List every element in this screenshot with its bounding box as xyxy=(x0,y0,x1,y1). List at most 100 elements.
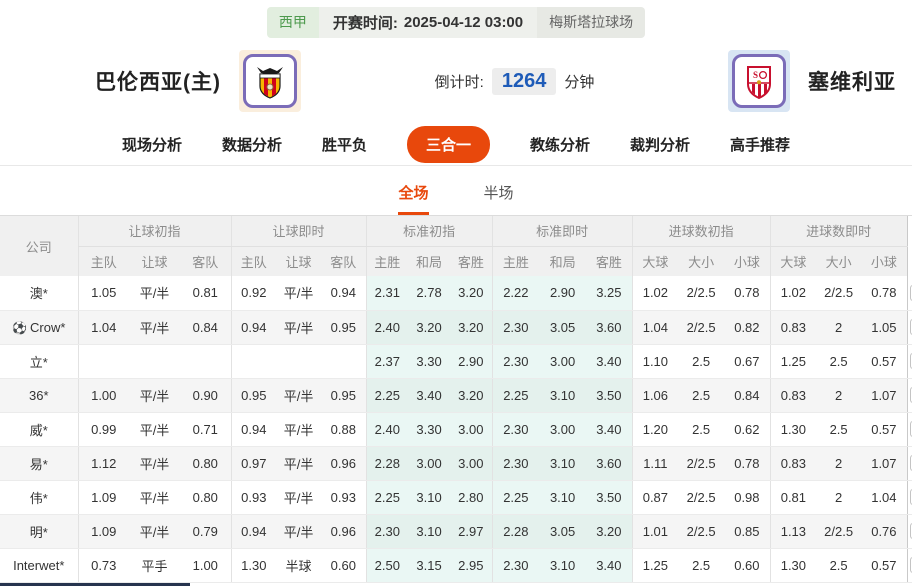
company-name[interactable]: 威* xyxy=(0,412,78,447)
odds-cell[interactable]: 1.05 xyxy=(861,310,908,345)
odds-cell[interactable]: 1.25 xyxy=(769,344,817,379)
table-row: Interwet* 0.73 平手 1.00 1.30 半球 0.60 2.50 3.15 2.9… xyxy=(0,548,912,583)
odds-cell[interactable]: 2/2.5 xyxy=(816,514,862,549)
odds-cell: 2.31 xyxy=(365,276,409,311)
odds-cell[interactable]: 平/半 xyxy=(276,446,322,481)
odds-cell[interactable]: 0.97 xyxy=(230,446,277,481)
odds-cell[interactable]: 平/半 xyxy=(276,276,322,311)
tab-three-in-one[interactable]: 三合一 xyxy=(406,126,490,163)
odds-cell[interactable]: 平/半 xyxy=(276,412,322,447)
odds-cell[interactable]: 1.30 xyxy=(769,548,817,583)
odds-cell[interactable]: 0.95 xyxy=(321,378,367,413)
odds-cell[interactable]: 1.04 xyxy=(861,480,908,515)
odds-cell[interactable]: 2.30 xyxy=(491,548,540,583)
company-name[interactable]: 明* xyxy=(0,514,78,549)
odds-cell[interactable]: 0.57 xyxy=(861,412,908,447)
company-name[interactable]: 澳* xyxy=(0,276,78,311)
subtab-half-match[interactable]: 半场 xyxy=(484,182,514,215)
odds-cell[interactable]: 平/半 xyxy=(276,514,322,549)
odds-cell[interactable]: 2.5 xyxy=(816,548,862,583)
odds-cell[interactable]: 3.20 xyxy=(586,514,633,549)
odds-cell[interactable]: 3.05 xyxy=(539,514,587,549)
odds-cell[interactable]: 0.93 xyxy=(321,480,367,515)
odds-cell[interactable]: 平/半 xyxy=(276,480,322,515)
odds-cell[interactable]: 1.30 xyxy=(230,548,277,583)
odds-cell[interactable]: 0.96 xyxy=(321,514,367,549)
odds-cell[interactable]: 2 xyxy=(816,310,862,345)
odds-cell[interactable]: 0.94 xyxy=(230,412,277,447)
odds-cell[interactable]: 2 xyxy=(816,480,862,515)
subtab-full-match[interactable]: 全场 xyxy=(398,182,429,215)
odds-cell[interactable]: 1.07 xyxy=(861,378,908,413)
odds-cell[interactable]: 3.10 xyxy=(539,378,587,413)
odds-cell[interactable]: 2.30 xyxy=(491,412,540,447)
odds-cell[interactable]: 0.83 xyxy=(769,446,817,481)
odds-cell[interactable]: 0.94 xyxy=(321,276,367,311)
tab-win-draw-lose[interactable]: 胜平负 xyxy=(322,134,367,155)
odds-cell[interactable]: 2.28 xyxy=(491,514,540,549)
odds-cell[interactable]: 0.81 xyxy=(769,480,817,515)
odds-cell[interactable]: 0.88 xyxy=(321,412,367,447)
odds-cell[interactable]: 0.95 xyxy=(230,378,277,413)
odds-cell[interactable]: 0.94 xyxy=(230,514,277,549)
tab-expert-picks[interactable]: 高手推荐 xyxy=(730,134,790,155)
odds-cell[interactable]: 2.30 xyxy=(491,344,540,379)
odds-cell[interactable]: 2.30 xyxy=(491,310,540,345)
odds-cell[interactable]: 2.5 xyxy=(816,412,862,447)
odds-cell[interactable]: 0.78 xyxy=(861,276,908,311)
odds-cell[interactable]: 2.25 xyxy=(491,480,540,515)
odds-cell[interactable]: 0.92 xyxy=(230,276,277,311)
tab-live-analysis[interactable]: 现场分析 xyxy=(122,134,182,155)
away-team-logo: S xyxy=(728,50,790,112)
company-name[interactable]: 立* xyxy=(0,344,78,379)
odds-cell[interactable]: 0.94 xyxy=(230,310,277,345)
odds-cell[interactable]: 3.10 xyxy=(539,446,587,481)
odds-cell[interactable]: 2.25 xyxy=(491,378,540,413)
company-name[interactable]: 36* xyxy=(0,378,78,413)
odds-cell[interactable]: 2.22 xyxy=(491,276,540,311)
tab-coach-analysis[interactable]: 教练分析 xyxy=(530,134,590,155)
odds-cell[interactable]: 1.13 xyxy=(769,514,817,549)
odds-cell[interactable]: 3.05 xyxy=(539,310,587,345)
odds-cell[interactable]: 0.83 xyxy=(769,310,817,345)
odds-cell[interactable]: 平/半 xyxy=(276,310,322,345)
odds-cell[interactable]: 2.5 xyxy=(816,344,862,379)
odds-cell[interactable]: 1.30 xyxy=(769,412,817,447)
odds-cell[interactable]: 3.10 xyxy=(539,548,587,583)
odds-cell[interactable]: 0.83 xyxy=(769,378,817,413)
odds-cell[interactable]: 0.96 xyxy=(321,446,367,481)
odds-cell[interactable]: 3.50 xyxy=(586,378,633,413)
odds-cell[interactable]: 3.60 xyxy=(586,310,633,345)
company-name[interactable]: ⚽ Crow* xyxy=(0,310,78,345)
odds-cell[interactable]: 3.00 xyxy=(539,344,587,379)
odds-cell[interactable]: 3.40 xyxy=(586,548,633,583)
odds-cell[interactable]: 3.40 xyxy=(586,412,633,447)
company-name[interactable]: Interwet* xyxy=(0,548,78,583)
odds-cell[interactable]: 2 xyxy=(816,378,862,413)
odds-cell[interactable]: 2/2.5 xyxy=(816,276,862,311)
odds-cell[interactable]: 0.57 xyxy=(861,344,908,379)
odds-cell[interactable]: 3.00 xyxy=(539,412,587,447)
odds-cell[interactable]: 0.76 xyxy=(861,514,908,549)
odds-cell[interactable]: 0.95 xyxy=(321,310,367,345)
odds-cell[interactable]: 1.02 xyxy=(769,276,817,311)
odds-cell[interactable]: 2 xyxy=(816,446,862,481)
odds-cell[interactable]: 3.50 xyxy=(586,480,633,515)
tab-referee-analysis[interactable]: 裁判分析 xyxy=(630,134,690,155)
odds-cell[interactable]: 2.90 xyxy=(539,276,587,311)
odds-cell[interactable]: 平/半 xyxy=(276,378,322,413)
odds-cell[interactable]: 1.07 xyxy=(861,446,908,481)
odds-cell[interactable]: 2.30 xyxy=(491,446,540,481)
odds-cell: 0.62 xyxy=(724,412,771,447)
company-name[interactable]: 伟* xyxy=(0,480,78,515)
odds-cell[interactable]: 0.57 xyxy=(861,548,908,583)
odds-cell[interactable]: 3.40 xyxy=(586,344,633,379)
tab-data-analysis[interactable]: 数据分析 xyxy=(222,134,282,155)
odds-cell[interactable]: 半球 xyxy=(276,548,322,583)
odds-cell[interactable]: 3.10 xyxy=(539,480,587,515)
odds-cell[interactable]: 3.25 xyxy=(586,276,633,311)
odds-cell[interactable]: 3.60 xyxy=(586,446,633,481)
odds-cell[interactable]: 0.60 xyxy=(321,548,367,583)
odds-cell[interactable]: 0.93 xyxy=(230,480,277,515)
company-name[interactable]: 易* xyxy=(0,446,78,481)
